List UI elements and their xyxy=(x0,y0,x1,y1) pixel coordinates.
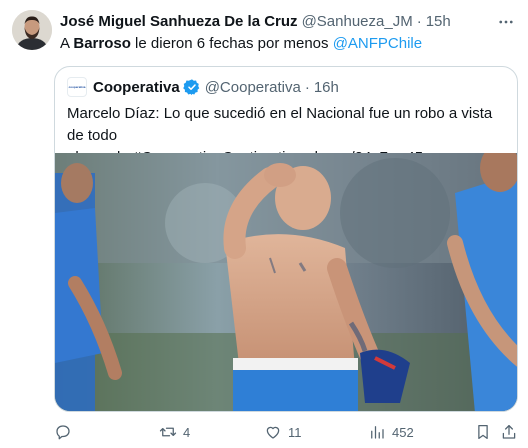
tweet-text: A Barroso le dieron 6 fechas por menos @… xyxy=(60,34,422,54)
verified-badge-icon xyxy=(182,78,201,96)
tweet-text-part: le dieron 6 fechas por menos xyxy=(130,35,333,52)
like-button[interactable]: 11 xyxy=(264,420,302,444)
author-name[interactable]: José Miguel Sanhueza De la Cruz xyxy=(60,13,298,30)
separator-dot: · xyxy=(416,13,422,30)
quoted-tweet-header: cooperativa Cooperativa @Cooperativa · 16h xyxy=(67,77,339,97)
heart-icon xyxy=(266,426,280,439)
tweet-text-part: A xyxy=(60,35,74,52)
separator-dot: · xyxy=(304,78,310,96)
retweet-icon xyxy=(159,427,177,437)
tweet[interactable]: José Miguel Sanhueza De la Cruz @Sanhueza… xyxy=(0,0,528,448)
retweet-count: 4 xyxy=(183,424,191,440)
user-avatar-photo xyxy=(12,10,52,50)
share-button[interactable] xyxy=(500,420,518,444)
reply-icon xyxy=(56,425,70,440)
tweet-text-bold: Barroso xyxy=(73,35,131,52)
quoted-text-line: Marcelo Díaz: Lo que sucedió en el Nacio… xyxy=(67,105,493,144)
soccer-player-photo xyxy=(55,153,517,411)
retweet-button[interactable]: 4 xyxy=(159,420,190,444)
more-button[interactable] xyxy=(492,8,520,36)
like-count: 11 xyxy=(288,424,302,440)
views-button[interactable]: 452 xyxy=(368,420,414,444)
cooperativa-logo-text: cooperativa xyxy=(68,85,86,89)
share-icon xyxy=(502,424,516,439)
reply-button[interactable] xyxy=(54,420,78,444)
more-icon xyxy=(499,20,513,24)
quoted-author-handle[interactable]: @Cooperativa xyxy=(205,79,301,96)
bookmark-button[interactable] xyxy=(474,420,492,444)
views-count: 452 xyxy=(392,424,414,440)
bookmark-icon xyxy=(478,424,488,440)
quoted-author-name[interactable]: Cooperativa xyxy=(93,79,180,96)
views-chart-icon xyxy=(371,426,384,439)
tweet-header: José Miguel Sanhueza De la Cruz @Sanhueza… xyxy=(60,12,451,32)
mention-link[interactable]: @ANFPChile xyxy=(333,35,422,52)
quoted-tweet[interactable]: cooperativa Cooperativa @Cooperativa · 16h… xyxy=(54,66,518,412)
tweet-actions: 4 11 452 xyxy=(54,420,520,444)
author-avatar[interactable] xyxy=(12,10,52,50)
author-handle[interactable]: @Sanhueza_JM xyxy=(302,13,413,30)
tweet-timestamp[interactable]: 15h xyxy=(426,13,451,30)
quoted-tweet-media[interactable] xyxy=(55,153,517,411)
quoted-tweet-timestamp[interactable]: 16h xyxy=(314,79,339,96)
quoted-author-avatar[interactable]: cooperativa xyxy=(67,77,87,97)
